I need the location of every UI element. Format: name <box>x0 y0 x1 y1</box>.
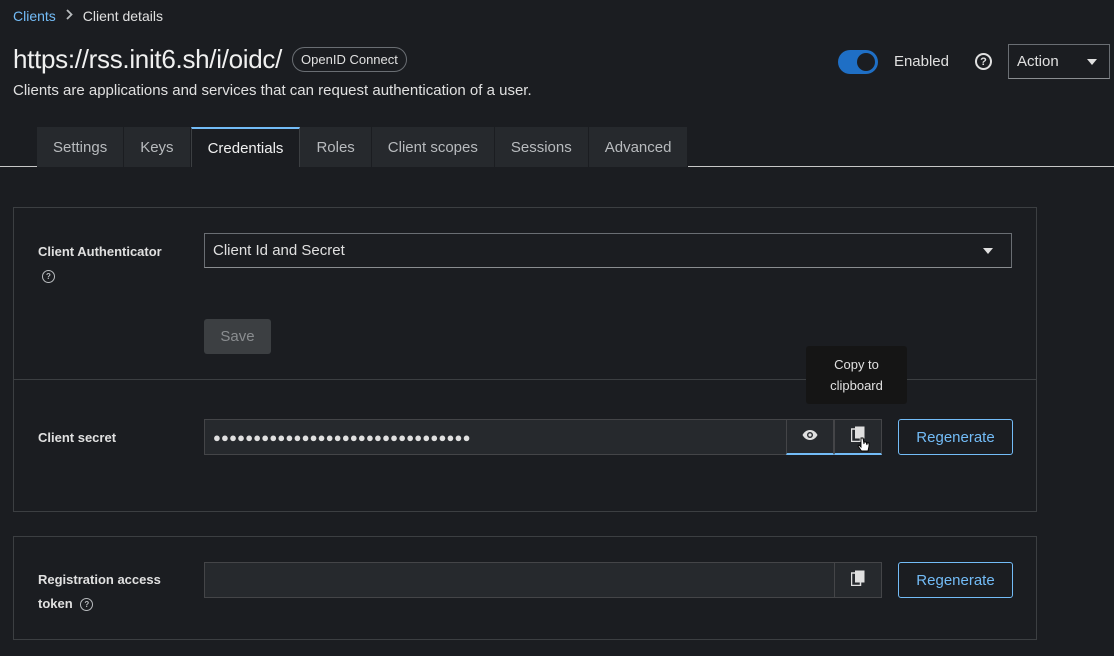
copy-tooltip: Copy to clipboard <box>806 346 907 404</box>
action-dropdown[interactable]: Action <box>1008 44 1110 79</box>
registration-token-input[interactable] <box>204 562 835 598</box>
breadcrumb-clients-link[interactable]: Clients <box>13 8 56 24</box>
tab-sessions[interactable]: Sessions <box>494 127 589 167</box>
caret-down-icon <box>983 247 993 254</box>
enabled-toggle[interactable] <box>837 49 878 74</box>
breadcrumb: Clients Client details <box>13 8 163 24</box>
registration-token-label: Registration access token ? <box>38 572 161 612</box>
help-icon[interactable]: ? <box>975 53 992 70</box>
copy-icon <box>850 570 865 591</box>
title-row: https://rss.init6.sh/i/oidc/ OpenID Conn… <box>13 44 407 75</box>
enabled-label: Enabled <box>893 53 949 70</box>
chevron-right-icon <box>66 9 73 23</box>
help-icon[interactable]: ? <box>80 598 94 612</box>
tab-keys[interactable]: Keys <box>124 127 191 167</box>
tab-client-scopes[interactable]: Client scopes <box>371 127 495 167</box>
header-controls: Enabled ? Action <box>837 44 1110 79</box>
tab-settings[interactable]: Settings <box>37 127 125 167</box>
client-secret-input[interactable]: ●●●●●●●●●●●●●●●●●●●●●●●●●●●●●●●● <box>204 419 787 455</box>
tab-advanced[interactable]: Advanced <box>588 127 689 167</box>
help-icon[interactable]: ? <box>42 270 55 284</box>
client-authenticator-label: Client Authenticator ? <box>38 240 162 288</box>
registration-token-card: Registration access token ? Regenerate <box>13 536 1037 640</box>
tab-bar: Settings Keys Credentials Roles Client s… <box>37 127 689 167</box>
pointer-cursor-icon <box>857 437 871 458</box>
tab-credentials[interactable]: Credentials <box>190 127 301 167</box>
copy-secret-button[interactable] <box>834 419 882 455</box>
eye-icon <box>802 428 818 446</box>
client-authenticator-select[interactable]: Client Id and Secret <box>204 233 1012 268</box>
action-dropdown-label: Action <box>1017 53 1059 70</box>
caret-down-icon <box>1087 58 1097 65</box>
page-title: https://rss.init6.sh/i/oidc/ <box>13 44 283 74</box>
regenerate-token-button[interactable]: Regenerate <box>898 562 1013 598</box>
toggle-knob <box>856 52 875 71</box>
protocol-badge: OpenID Connect <box>292 47 407 72</box>
client-secret-value: ●●●●●●●●●●●●●●●●●●●●●●●●●●●●●●●● <box>213 429 471 445</box>
copy-token-button[interactable] <box>834 562 882 598</box>
tab-roles[interactable]: Roles <box>300 127 372 167</box>
regenerate-secret-button[interactable]: Regenerate <box>898 419 1013 455</box>
client-secret-label: Client secret <box>38 430 117 445</box>
page-subtitle: Clients are applications and services th… <box>13 82 532 99</box>
client-authenticator-value: Client Id and Secret <box>213 242 345 259</box>
show-secret-button[interactable] <box>786 419 834 455</box>
save-button[interactable]: Save <box>204 319 271 354</box>
breadcrumb-current: Client details <box>82 8 163 24</box>
